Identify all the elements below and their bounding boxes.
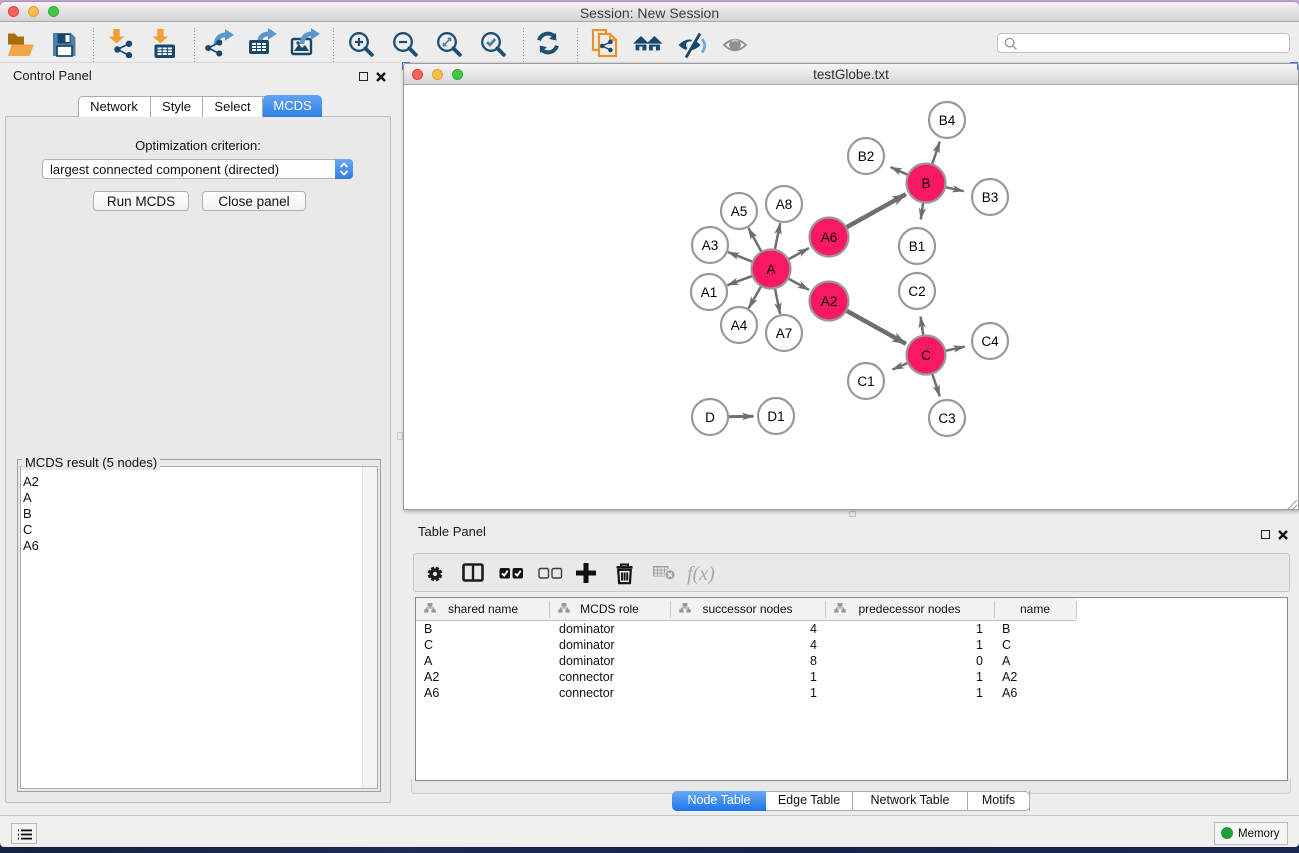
svg-text:A7: A7: [776, 326, 793, 341]
svg-text:B: B: [921, 176, 930, 191]
svg-text:A5: A5: [731, 204, 748, 219]
svg-text:C2: C2: [908, 284, 925, 299]
svg-text:D1: D1: [767, 409, 784, 424]
svg-text:B1: B1: [909, 239, 926, 254]
svg-text:A8: A8: [776, 197, 793, 212]
svg-text:A2: A2: [821, 294, 838, 309]
svg-text:A6: A6: [821, 230, 838, 245]
svg-text:C3: C3: [938, 411, 955, 426]
svg-text:C1: C1: [857, 374, 874, 389]
svg-text:B4: B4: [939, 113, 956, 128]
svg-text:A4: A4: [731, 318, 748, 333]
svg-text:B2: B2: [858, 149, 875, 164]
svg-text:B3: B3: [982, 190, 999, 205]
svg-text:C: C: [921, 348, 931, 363]
svg-text:A1: A1: [701, 285, 718, 300]
svg-text:C4: C4: [981, 334, 999, 349]
svg-text:D: D: [705, 410, 715, 425]
svg-text:A3: A3: [702, 238, 719, 253]
svg-text:A: A: [766, 262, 775, 277]
